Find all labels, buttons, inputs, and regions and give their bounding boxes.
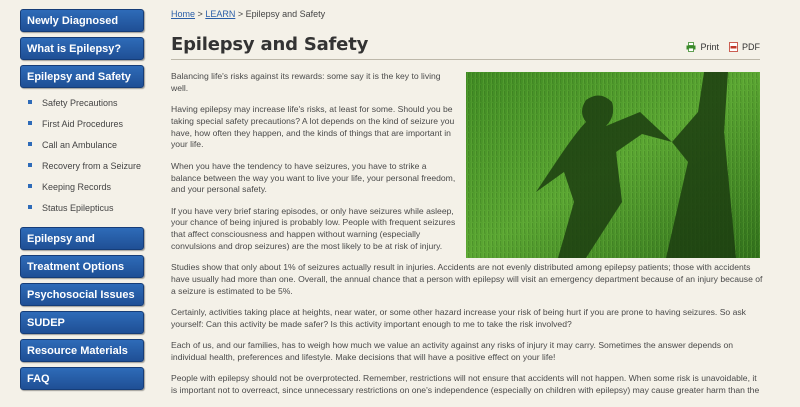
nav-psychosocial-issues[interactable]: Psychosocial Issues bbox=[20, 283, 144, 306]
nav-resource-materials[interactable]: Resource Materials bbox=[20, 339, 144, 362]
breadcrumb-separator: > bbox=[197, 9, 203, 19]
print-button[interactable]: Print bbox=[686, 42, 719, 52]
subnav-item-label: Recovery from a Seizure bbox=[42, 161, 142, 171]
subnav-item-label: Safety Precautions bbox=[42, 98, 118, 108]
nav-faq[interactable]: FAQ bbox=[20, 367, 144, 390]
bullet-icon bbox=[28, 142, 32, 146]
paragraph: When you have the tendency to have seizu… bbox=[171, 160, 456, 195]
paragraph: Certainly, activities taking place at he… bbox=[171, 307, 746, 330]
bullet-icon bbox=[28, 184, 32, 188]
nav-newly-diagnosed[interactable]: Newly Diagnosed bbox=[20, 9, 144, 32]
nav-epilepsy-and-learning[interactable]: Epilepsy and Learning bbox=[20, 227, 144, 268]
breadcrumb-separator: > bbox=[237, 9, 244, 19]
page-tools: Print PDF bbox=[686, 42, 760, 52]
subnav-item-label: Status Epilepticus bbox=[42, 203, 114, 213]
paragraph: People with epilepsy should not be overp… bbox=[171, 373, 760, 396]
subnav-item-safety-precautions[interactable]: Safety Precautions bbox=[28, 96, 141, 117]
paragraph: Balancing life's risks against its rewar… bbox=[171, 71, 441, 93]
bullet-icon bbox=[28, 205, 32, 209]
bullet-icon bbox=[28, 163, 32, 167]
paragraph: If you have very brief staring episodes,… bbox=[171, 205, 456, 252]
subnav-item-label: Keeping Records bbox=[42, 182, 112, 192]
paragraph: Having epilepsy may increase life's risk… bbox=[171, 104, 455, 150]
subnav-item-recovery[interactable]: Recovery from a Seizure bbox=[28, 159, 141, 180]
breadcrumb-current: Epilepsy and Safety bbox=[245, 9, 326, 19]
subnav-item-status-epilepticus[interactable]: Status Epilepticus bbox=[28, 201, 141, 222]
nav-treatment-options[interactable]: Treatment Options bbox=[20, 255, 144, 278]
print-label: Print bbox=[700, 42, 719, 52]
nav-epilepsy-and-safety[interactable]: Epilepsy and Safety bbox=[20, 65, 144, 88]
subnav-item-call-ambulance[interactable]: Call an Ambulance bbox=[28, 138, 141, 159]
sidebar: Newly Diagnosed What is Epilepsy? Epilep… bbox=[0, 0, 160, 400]
pdf-icon bbox=[729, 42, 738, 52]
nav-sudep[interactable]: SUDEP bbox=[20, 311, 144, 334]
bullet-icon bbox=[28, 100, 32, 104]
nav-what-is-epilepsy[interactable]: What is Epilepsy? bbox=[20, 37, 144, 60]
paragraph: Each of us, and our families, has to wei… bbox=[171, 340, 734, 363]
subnav-item-first-aid[interactable]: First Aid Procedures bbox=[28, 117, 141, 138]
subnav-item-label: Call an Ambulance bbox=[42, 140, 118, 150]
pdf-label: PDF bbox=[742, 42, 760, 52]
article-body: Balancing life's risks against its rewar… bbox=[171, 71, 763, 407]
paragraph: Studies show that only about 1% of seizu… bbox=[171, 262, 763, 296]
breadcrumb-home-link[interactable]: Home bbox=[171, 9, 195, 19]
bullet-icon bbox=[28, 121, 32, 125]
pdf-button[interactable]: PDF bbox=[729, 42, 760, 52]
title-divider bbox=[171, 59, 760, 60]
subnav-item-label: First Aid Procedures bbox=[42, 119, 124, 129]
breadcrumb-learn-link[interactable]: LEARN bbox=[205, 9, 235, 19]
printer-icon bbox=[686, 42, 696, 52]
breadcrumb: Home > LEARN > Epilepsy and Safety bbox=[171, 9, 325, 19]
safety-subnav: Safety Precautions First Aid Procedures … bbox=[28, 96, 141, 222]
page-title: Epilepsy and Safety bbox=[171, 34, 369, 55]
subnav-item-keeping-records[interactable]: Keeping Records bbox=[28, 180, 141, 201]
